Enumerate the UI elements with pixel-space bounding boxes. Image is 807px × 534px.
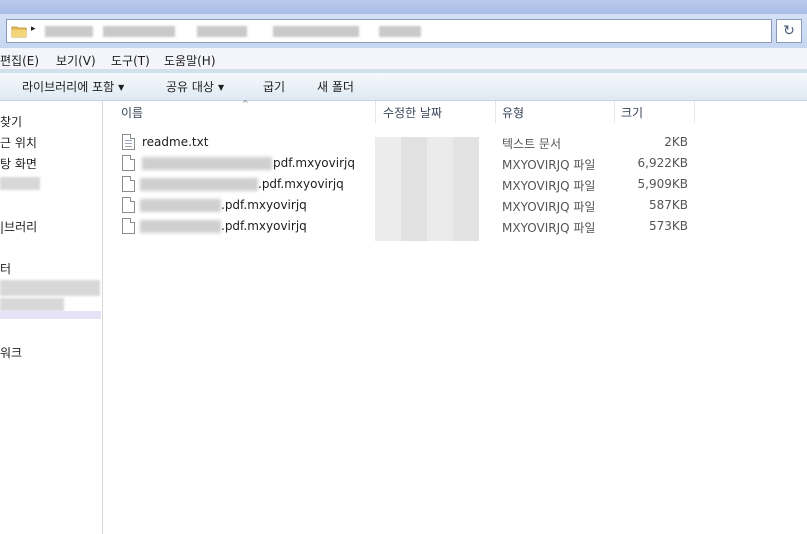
nav-item-network[interactable]: 워크 [0,344,22,361]
text-file-icon [122,134,135,150]
menu-tools[interactable]: 도구(T) [111,52,150,69]
file-type: MXYOVIRJQ 파일 [502,158,596,172]
file-row[interactable]: .pdf.mxyovirjq MXYOVIRJQ 파일 5,909KB [104,174,807,195]
file-row[interactable]: .pdf.mxyovirjq MXYOVIRJQ 파일 573KB [104,216,807,237]
burn-button[interactable]: 굽기 [263,78,285,95]
breadcrumb-redacted [379,26,421,37]
refresh-icon: ↻ [783,23,795,39]
command-toolbar: 라이브러리에 포함 ▼ 공유 대상 ▼ 굽기 새 폴더 [0,70,807,101]
breadcrumb-redacted [273,26,359,37]
file-row[interactable]: .pdf.mxyovirjq MXYOVIRJQ 파일 587KB [104,195,807,216]
file-row[interactable]: pdf.mxyovirjq MXYOVIRJQ 파일 6,922KB [104,153,807,174]
nav-item-redacted[interactable] [0,177,40,190]
file-type: MXYOVIRJQ 파일 [502,221,596,235]
column-header-name[interactable]: 이름 [121,104,143,121]
file-size: 587KB [648,198,688,212]
refresh-button[interactable]: ↻ [776,19,802,43]
address-bar-row: ▸ ↻ [0,14,807,48]
nav-item-recent-places[interactable]: 근 위치 [0,134,37,151]
file-name: readme.txt [142,135,209,149]
breadcrumb-redacted [45,26,93,37]
sort-ascending-icon: ^ [242,99,249,108]
folder-icon [11,26,27,38]
column-divider[interactable] [614,101,615,123]
file-icon [122,155,135,171]
file-name-redacted [140,178,258,191]
chevron-down-icon: ▼ [118,83,125,92]
file-size: 2KB [664,135,688,149]
nav-item-search[interactable]: 찾기 [0,113,22,130]
navigation-pane: 찾기 근 위치 탕 화면 |브러리 터 워크 [0,101,103,534]
new-folder-button[interactable]: 새 폴더 [317,78,354,95]
window-titlebar [0,0,807,14]
file-name-redacted [140,220,221,233]
file-name: .pdf.mxyovirjq [258,177,344,191]
file-type: 텍스트 문서 [502,137,562,151]
breadcrumb-redacted [103,26,175,37]
file-name-redacted [140,199,221,212]
file-size: 5,909KB [637,177,688,191]
file-icon [122,197,135,213]
file-name-redacted [142,157,272,170]
file-name: pdf.mxyovirjq [273,156,355,170]
menu-view[interactable]: 보기(V) [56,52,96,69]
file-size: 573KB [648,219,688,233]
column-header-type[interactable]: 유형 [502,104,524,121]
column-header-size[interactable]: 크기 [621,104,643,121]
breadcrumb-arrow-icon[interactable]: ▸ [31,24,36,34]
nav-item-redacted[interactable] [0,298,64,311]
file-name: .pdf.mxyovirjq [221,198,307,212]
column-divider[interactable] [375,101,376,123]
file-size: 6,922KB [637,156,688,170]
chevron-down-icon: ▼ [217,83,225,92]
file-list: ^ 이름 수정한 날짜 유형 크기 readme.txt 텍스트 문서 2KB … [104,99,807,534]
column-divider[interactable] [694,101,695,123]
nav-item-redacted[interactable] [0,280,100,296]
share-with-label: 공유 대상 [166,80,214,94]
column-divider[interactable] [495,101,496,123]
menu-edit[interactable]: 편집(E) [0,52,39,69]
include-in-library-button[interactable]: 라이브러리에 포함 ▼ [22,78,124,95]
share-with-button[interactable]: 공유 대상 ▼ [166,78,224,95]
menu-help[interactable]: 도움말(H) [164,52,216,69]
file-icon [122,218,135,234]
file-type: MXYOVIRJQ 파일 [502,179,596,193]
nav-selection-highlight [0,311,101,319]
column-header-modified[interactable]: 수정한 날짜 [383,104,442,121]
address-bar[interactable]: ▸ [6,19,772,43]
include-in-library-label: 라이브러리에 포함 [22,80,115,94]
breadcrumb-redacted [197,26,247,37]
file-icon [122,176,135,192]
menu-bar: 편집(E) 보기(V) 도구(T) 도움말(H) [0,48,807,70]
nav-item-computer[interactable]: 터 [0,260,11,277]
nav-item-libraries[interactable]: |브러리 [0,218,37,235]
file-type: MXYOVIRJQ 파일 [502,200,596,214]
file-name: .pdf.mxyovirjq [221,219,307,233]
file-row[interactable]: readme.txt 텍스트 문서 2KB [104,132,807,153]
nav-item-desktop[interactable]: 탕 화면 [0,155,37,172]
